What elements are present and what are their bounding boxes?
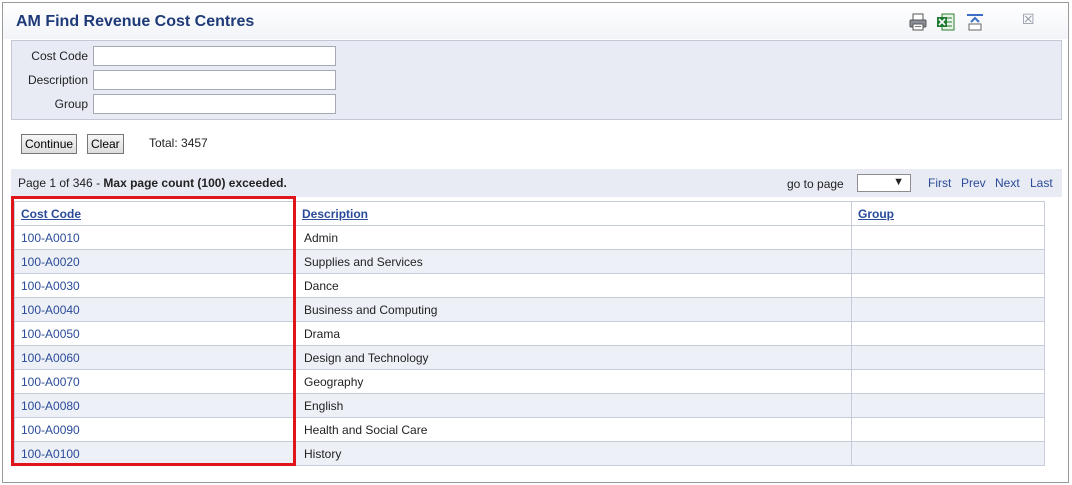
cost-code-cell: 100-A0060 bbox=[14, 345, 296, 370]
clear-button[interactable]: Clear bbox=[87, 134, 124, 154]
group-cell bbox=[851, 441, 1045, 466]
continue-button[interactable]: Continue bbox=[21, 134, 78, 154]
collapse-icon[interactable] bbox=[965, 12, 985, 32]
page-warning: Max page count (100) exceeded. bbox=[103, 176, 287, 190]
close-icon[interactable]: ☒ bbox=[1022, 11, 1035, 28]
dropdown-arrow-icon: ▼ bbox=[893, 176, 904, 188]
description-cell: Design and Technology bbox=[295, 345, 852, 370]
cost-code-cell: 100-A0010 bbox=[14, 225, 296, 250]
description-cell: Geography bbox=[295, 369, 852, 394]
cost-code-input[interactable] bbox=[93, 46, 336, 66]
cost-code-cell: 100-A0040 bbox=[14, 297, 296, 322]
table-row: 100-A0080 English bbox=[14, 393, 1045, 418]
dialog-title: AM Find Revenue Cost Centres bbox=[16, 13, 255, 30]
description-cell: Drama bbox=[295, 321, 852, 346]
sort-cost-code-link[interactable]: Cost Code bbox=[21, 207, 81, 221]
cost-code-cell: 100-A0030 bbox=[14, 273, 296, 298]
table-row: 100-A0090 Health and Social Care bbox=[14, 417, 1045, 442]
cost-code-cell: 100-A0020 bbox=[14, 249, 296, 274]
cost-code-link[interactable]: 100-A0060 bbox=[21, 351, 80, 365]
table-row: 100-A0010 Admin bbox=[14, 225, 1045, 250]
print-icon[interactable] bbox=[908, 12, 928, 32]
cost-code-cell: 100-A0080 bbox=[14, 393, 296, 418]
table-row: 100-A0060 Design and Technology bbox=[14, 345, 1045, 370]
cost-code-link[interactable]: 100-A0070 bbox=[21, 375, 80, 389]
group-cell bbox=[851, 417, 1045, 442]
group-cell bbox=[851, 345, 1045, 370]
next-page-link[interactable]: Next bbox=[995, 176, 1020, 190]
column-header-description: Description bbox=[295, 201, 852, 226]
table-row: 100-A0050 Drama bbox=[14, 321, 1045, 346]
dialog-window: AM Find Revenue Cost Centres ☒ Cost Code… bbox=[2, 2, 1069, 483]
title-bar: AM Find Revenue Cost Centres ☒ bbox=[3, 3, 1068, 39]
page-info: Page 1 of 346 - Max page count (100) exc… bbox=[18, 176, 287, 190]
goto-page-select[interactable]: ▼ bbox=[857, 174, 911, 192]
cost-code-cell: 100-A0050 bbox=[14, 321, 296, 346]
group-cell bbox=[851, 393, 1045, 418]
description-cell: Business and Computing bbox=[295, 297, 852, 322]
results-table: Cost Code Description Group 100-A0010 Ad… bbox=[14, 201, 1045, 466]
description-cell: Dance bbox=[295, 273, 852, 298]
description-cell: English bbox=[295, 393, 852, 418]
group-cell bbox=[851, 297, 1045, 322]
description-cell: Supplies and Services bbox=[295, 249, 852, 274]
description-cell: Admin bbox=[295, 225, 852, 250]
last-page-link[interactable]: Last bbox=[1030, 176, 1053, 190]
cost-code-link[interactable]: 100-A0080 bbox=[21, 399, 80, 413]
cost-code-cell: 100-A0090 bbox=[14, 417, 296, 442]
cost-code-cell: 100-A0100 bbox=[14, 441, 296, 466]
table-row: 100-A0030 Dance bbox=[14, 273, 1045, 298]
group-cell bbox=[851, 273, 1045, 298]
table-row: 100-A0100 History bbox=[14, 441, 1045, 466]
first-page-link[interactable]: First bbox=[928, 176, 951, 190]
sort-description-link[interactable]: Description bbox=[302, 207, 368, 221]
description-input[interactable] bbox=[93, 70, 336, 90]
cost-code-link[interactable]: 100-A0050 bbox=[21, 327, 80, 341]
sort-group-link[interactable]: Group bbox=[858, 207, 894, 221]
cost-code-cell: 100-A0070 bbox=[14, 369, 296, 394]
search-panel: Cost Code Description Group bbox=[11, 40, 1062, 120]
column-header-cost-code: Cost Code bbox=[14, 201, 296, 226]
group-cell bbox=[851, 249, 1045, 274]
cost-code-link[interactable]: 100-A0040 bbox=[21, 303, 80, 317]
prev-page-link[interactable]: Prev bbox=[961, 176, 986, 190]
description-label: Description bbox=[27, 73, 88, 87]
pager-bar: Page 1 of 346 - Max page count (100) exc… bbox=[11, 169, 1062, 197]
description-cell: Health and Social Care bbox=[295, 417, 852, 442]
cost-code-link[interactable]: 100-A0020 bbox=[21, 255, 80, 269]
cost-code-link[interactable]: 100-A0090 bbox=[21, 423, 80, 437]
column-header-group: Group bbox=[851, 201, 1045, 226]
table-row: 100-A0020 Supplies and Services bbox=[14, 249, 1045, 274]
goto-page-label: go to page bbox=[787, 177, 844, 191]
group-input[interactable] bbox=[93, 94, 336, 114]
total-count: Total: 3457 bbox=[149, 136, 208, 150]
description-cell: History bbox=[295, 441, 852, 466]
group-cell bbox=[851, 369, 1045, 394]
table-row: 100-A0070 Geography bbox=[14, 369, 1045, 394]
group-cell bbox=[851, 321, 1045, 346]
cost-code-label: Cost Code bbox=[31, 49, 88, 63]
cost-code-link[interactable]: 100-A0100 bbox=[21, 447, 80, 461]
group-cell bbox=[851, 225, 1045, 250]
table-header-row: Cost Code Description Group bbox=[14, 201, 1045, 226]
group-label: Group bbox=[54, 97, 88, 111]
page-text: Page 1 of 346 - bbox=[18, 176, 104, 190]
excel-export-icon[interactable] bbox=[936, 12, 956, 32]
cost-code-link[interactable]: 100-A0010 bbox=[21, 231, 80, 245]
cost-code-link[interactable]: 100-A0030 bbox=[21, 279, 80, 293]
table-row: 100-A0040 Business and Computing bbox=[14, 297, 1045, 322]
